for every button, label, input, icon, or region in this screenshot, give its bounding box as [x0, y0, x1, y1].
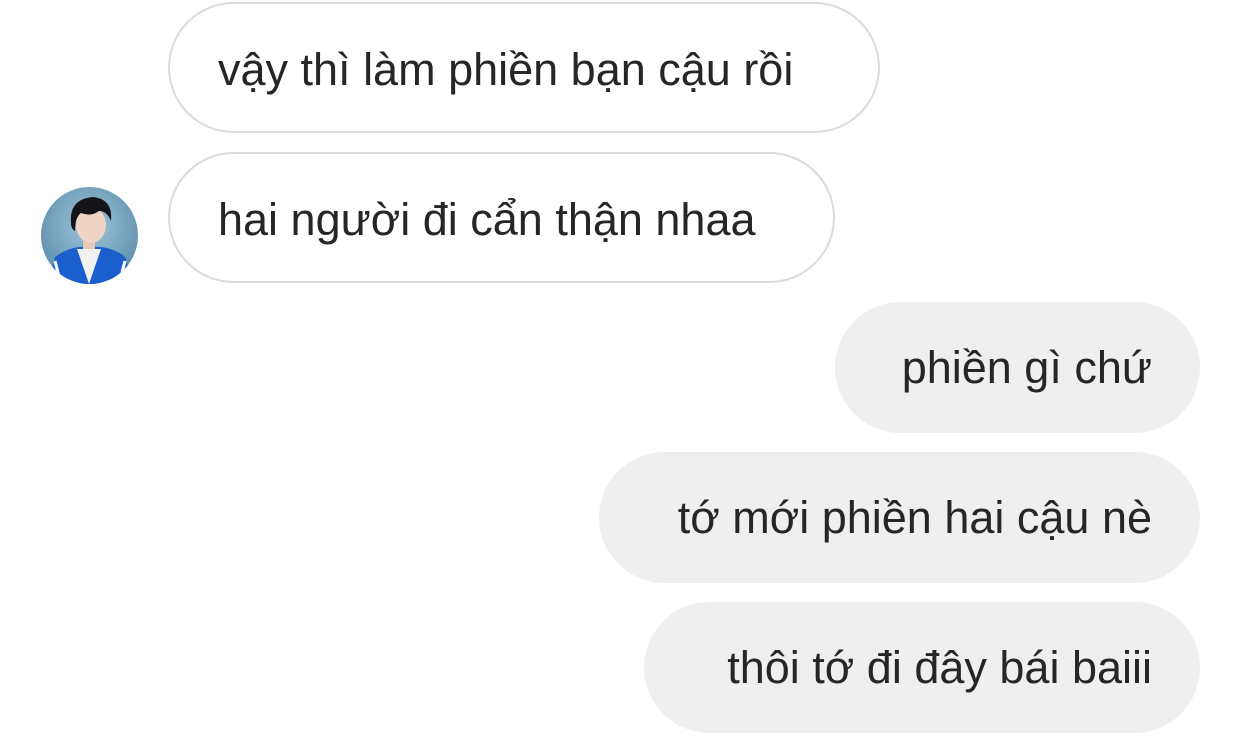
message-bubble-incoming[interactable]: vậy thì làm phiền bạn cậu rồi: [168, 2, 880, 133]
message-text: thôi tớ đi đây bái baiii: [727, 642, 1152, 693]
message-bubble-incoming[interactable]: hai người đi cẩn thận nhaa: [168, 152, 835, 283]
message-text: tớ mới phiền hai cậu nè: [677, 492, 1152, 543]
message-bubble-outgoing[interactable]: tớ mới phiền hai cậu nè: [599, 452, 1200, 583]
avatar[interactable]: [41, 187, 138, 284]
message-bubble-outgoing[interactable]: phiền gì chứ: [835, 302, 1200, 433]
message-bubble-outgoing[interactable]: thôi tớ đi đây bái baiii: [644, 602, 1200, 733]
profile-photo-icon: [41, 187, 138, 284]
message-text: phiền gì chứ: [901, 342, 1152, 393]
message-text: hai người đi cẩn thận nhaa: [218, 194, 756, 245]
message-text: vậy thì làm phiền bạn cậu rồi: [218, 44, 794, 95]
